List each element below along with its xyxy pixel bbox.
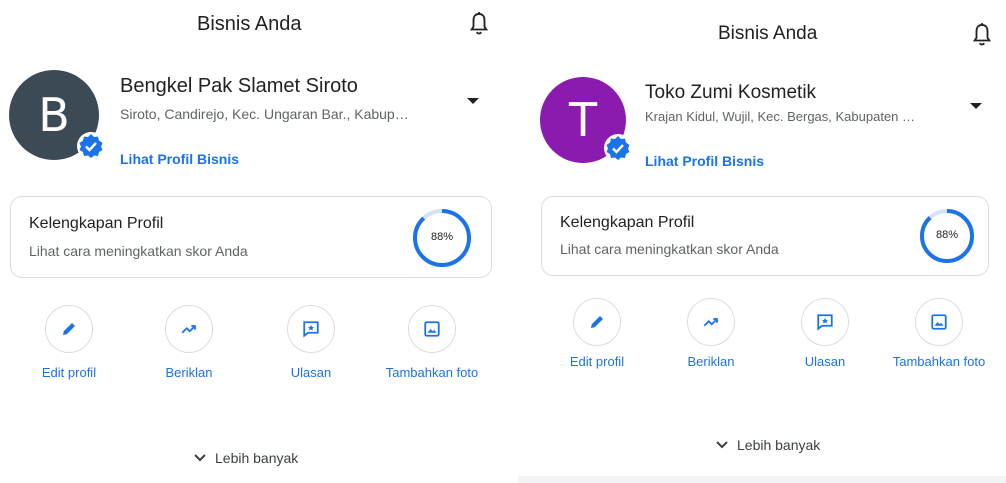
business-name: Bengkel Pak Slamet Siroto <box>120 75 358 97</box>
advertise-label: Beriklan <box>687 354 735 369</box>
verified-badge-icon <box>604 134 632 162</box>
chevron-down-icon <box>194 454 206 462</box>
completeness-ring: 88% <box>918 207 976 265</box>
reviews-label: Ulasan <box>804 354 846 369</box>
edit-profile-circle <box>573 298 621 346</box>
card-title: Kelengkapan Profil <box>560 214 695 231</box>
card-title: Kelengkapan Profil <box>29 215 164 232</box>
add-photo-circle <box>408 305 456 353</box>
photo-icon <box>424 321 440 337</box>
account-dropdown-icon[interactable] <box>467 98 479 104</box>
business-panel-left: Bisnis Anda B Bengkel Pak Slamet Siroto … <box>0 0 502 483</box>
completeness-percent: 88% <box>430 231 454 243</box>
add-photo-button[interactable]: Tambahkan foto <box>889 298 989 370</box>
header-title: Bisnis Anda <box>718 23 818 44</box>
add-photo-label: Tambahkan foto <box>385 365 479 380</box>
pencil-icon <box>63 323 75 335</box>
reviews-circle <box>801 298 849 346</box>
notification-bell-icon[interactable] <box>971 22 993 48</box>
edit-profile-button[interactable]: Edit profil <box>19 305 119 381</box>
profile-completeness-card[interactable]: Kelengkapan Profil Lihat cara meningkatk… <box>541 196 989 276</box>
add-photo-circle <box>915 298 963 346</box>
more-label: Lebih banyak <box>737 437 821 453</box>
verified-badge-icon <box>77 132 105 160</box>
view-business-profile-link[interactable]: Lihat Profil Bisnis <box>120 151 239 167</box>
completeness-ring: 88% <box>411 207 473 269</box>
edit-profile-label: Edit profil <box>41 365 97 380</box>
advertise-circle <box>165 305 213 353</box>
advertise-button[interactable]: Beriklan <box>661 298 761 370</box>
more-label: Lebih banyak <box>215 450 299 466</box>
add-photo-label: Tambahkan foto <box>892 354 986 369</box>
bottom-divider <box>518 476 1006 483</box>
more-button[interactable]: Lebih banyak <box>193 450 298 466</box>
business-address: Siroto, Candirejo, Kec. Ungaran Bar., Ka… <box>120 106 409 122</box>
business-address: Krajan Kidul, Wujil, Kec. Bergas, Kabupa… <box>645 109 916 124</box>
edit-profile-circle <box>45 305 93 353</box>
advertise-button[interactable]: Beriklan <box>139 305 239 381</box>
business-panel-right: Bisnis Anda T Toko Zumi Kosmetik Krajan … <box>518 0 1006 483</box>
header-title: Bisnis Anda <box>197 13 302 35</box>
account-dropdown-icon[interactable] <box>970 103 982 109</box>
trending-up-icon <box>703 318 718 327</box>
more-button[interactable]: Lebih banyak <box>715 437 820 453</box>
notification-bell-icon[interactable] <box>468 11 490 37</box>
chevron-down-icon <box>716 441 728 449</box>
edit-profile-label: Edit profil <box>569 354 625 369</box>
photo-icon <box>931 314 947 330</box>
profile-completeness-card[interactable]: Kelengkapan Profil Lihat cara meningkatk… <box>10 196 492 278</box>
panel-divider <box>502 0 518 483</box>
reviews-circle <box>287 305 335 353</box>
review-icon <box>817 314 833 331</box>
advertise-circle <box>687 298 735 346</box>
reviews-label: Ulasan <box>290 365 332 380</box>
card-subtitle: Lihat cara meningkatkan skor Anda <box>29 243 248 259</box>
view-business-profile-link[interactable]: Lihat Profil Bisnis <box>645 153 764 169</box>
reviews-button[interactable]: Ulasan <box>775 298 875 370</box>
business-name: Toko Zumi Kosmetik <box>645 82 817 103</box>
completeness-percent: 88% <box>935 229 959 241</box>
edit-profile-button[interactable]: Edit profil <box>547 298 647 370</box>
card-subtitle: Lihat cara meningkatkan skor Anda <box>560 241 779 257</box>
pencil-icon <box>591 316 603 328</box>
reviews-button[interactable]: Ulasan <box>261 305 361 381</box>
advertise-label: Beriklan <box>165 365 213 380</box>
add-photo-button[interactable]: Tambahkan foto <box>382 305 482 381</box>
review-icon <box>303 321 319 338</box>
trending-up-icon <box>181 325 196 334</box>
